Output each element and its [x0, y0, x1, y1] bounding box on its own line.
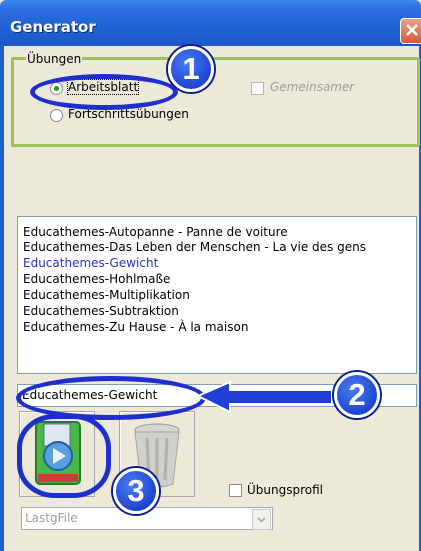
list-item[interactable]: Educathemes-Hohlmaße	[23, 272, 170, 287]
last-file-value: LastgFile	[25, 511, 78, 525]
list-item[interactable]: Educathemes-Autopanne - Panne de voiture	[23, 225, 288, 240]
callout-badge-1: 1	[168, 46, 214, 92]
window-frame-left	[0, 46, 4, 551]
exercises-group-legend: Übungen	[26, 52, 83, 66]
callout-ring-3	[17, 414, 111, 498]
generator-window: Generator Übungen Arbeitsblatt Fortschri…	[0, 0, 421, 551]
callout-arrow-2	[196, 380, 333, 414]
window-title: Generator	[10, 18, 96, 36]
dropdown-arrow[interactable]	[252, 509, 271, 530]
close-icon	[406, 24, 418, 36]
list-item[interactable]: Educathemes-Subtraktion	[23, 304, 179, 319]
list-item-selected[interactable]: Educathemes-Gewicht	[23, 256, 158, 271]
shared-checkbox-label: Gemeinsamer	[270, 80, 355, 94]
list-item[interactable]: Educathemes-Zu Hause - À la maison	[23, 320, 248, 335]
list-item[interactable]: Educathemes-Multiplikation	[23, 288, 190, 303]
callout-badge-2: 2	[334, 372, 380, 418]
chevron-down-icon	[257, 517, 266, 523]
progress-radio[interactable]	[50, 109, 63, 122]
file-listbox[interactable]: Educathemes-Autopanne - Panne de voiture…	[17, 216, 417, 374]
callout-ring-1	[30, 74, 178, 110]
title-bar[interactable]: Generator	[0, 0, 421, 46]
profile-checkbox-label[interactable]: Übungsprofil	[247, 483, 323, 497]
callout-badge-3: 3	[113, 468, 159, 514]
close-button[interactable]	[400, 18, 421, 44]
shared-checkbox[interactable]	[251, 82, 264, 95]
list-item[interactable]: Educathemes-Das Leben der Menschen - La …	[23, 240, 366, 255]
callout-ring-2	[16, 376, 206, 420]
profile-checkbox[interactable]	[229, 484, 242, 497]
